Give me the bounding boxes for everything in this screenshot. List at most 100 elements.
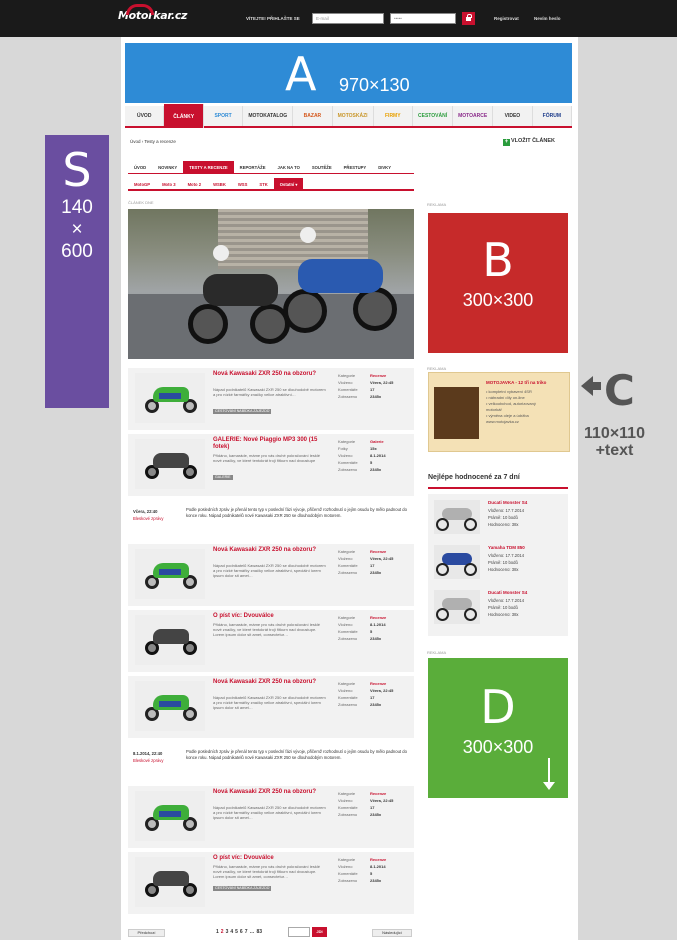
- page-number[interactable]: 6: [240, 929, 243, 935]
- article-title[interactable]: Nová Kawasaki ZXR 250 na obzoru?: [213, 371, 328, 378]
- article-title[interactable]: Nová Kawasaki ZXR 250 na obzoru?: [213, 547, 328, 554]
- article-item[interactable]: Nová Kawasaki ZXR 250 na obzoru? Nápad po…: [128, 786, 414, 848]
- main-nav-item[interactable]: FÓRUM: [533, 106, 573, 126]
- article-title[interactable]: O píst víc: Dvouválce: [213, 855, 328, 862]
- category-tab[interactable]: Moto 2: [182, 178, 208, 189]
- page-number[interactable]: 1: [216, 929, 219, 935]
- ad-slot-d[interactable]: D 300×300: [428, 658, 568, 798]
- main-nav-item[interactable]: MOTOKATALOG: [243, 106, 294, 126]
- section-tab[interactable]: DIVKY: [372, 161, 397, 173]
- news-category-link[interactable]: Bleskové zprávy: [133, 516, 164, 521]
- page-number[interactable]: 3: [226, 929, 229, 935]
- article-thumbnail[interactable]: [135, 615, 205, 665]
- register-link[interactable]: Registrovat: [494, 16, 519, 21]
- section-tab[interactable]: ÚVOD: [128, 161, 152, 173]
- main-nav-item[interactable]: ČLÁNKY: [164, 104, 204, 128]
- article-item[interactable]: Nová Kawasaki ZXR 250 na obzoru? Nápad po…: [128, 676, 414, 738]
- page-number[interactable]: 7: [245, 929, 248, 935]
- category-tab[interactable]: WSS: [232, 178, 254, 189]
- short-news-item[interactable]: Včera, 22:40 Bleskové zprávy Podle posledn…: [128, 500, 414, 540]
- news-category-link[interactable]: Bleskové zprávy: [133, 758, 164, 763]
- article-thumbnail[interactable]: [135, 549, 205, 599]
- category-tab[interactable]: Moto 3: [156, 178, 182, 189]
- article-item[interactable]: GALERIE: Nové Piaggio MP3 300 (15 fotek)…: [128, 434, 414, 496]
- top-rated-name[interactable]: Ducati Monster S4: [488, 590, 527, 595]
- top-rated-item[interactable]: Yamaha TDM 850 Vloženo: 17.7.2014 Prámě: 1…: [428, 539, 568, 583]
- previous-page-button[interactable]: Předchozí: [128, 929, 165, 937]
- add-article-button[interactable]: + VLOŽIT ČLÁNEK: [503, 138, 555, 146]
- article-thumbnail[interactable]: [135, 791, 205, 841]
- main-nav-item[interactable]: VIDEO: [493, 106, 533, 126]
- page-number[interactable]: 5: [235, 929, 238, 935]
- section-tab[interactable]: TESTY A RECENZE: [183, 161, 234, 173]
- ad-slot-b[interactable]: B 300×300: [428, 213, 568, 353]
- article-item[interactable]: O píst víc: Dvouválce Přidáno, kamaráde, …: [128, 610, 414, 672]
- section-tab[interactable]: REPORTÁŽE: [234, 161, 272, 173]
- pagination: Předchozí 1 2 3 4 5 6 7… 83 JDI Následující: [128, 925, 414, 939]
- section-tab[interactable]: SOUTĚŽE: [306, 161, 338, 173]
- main-nav-item[interactable]: FIRMY: [374, 106, 413, 126]
- article-item[interactable]: O píst víc: Dvouválce Přidáno, kamaráde, …: [128, 852, 414, 914]
- top-rated-name[interactable]: Yamaha TDM 850: [488, 545, 525, 550]
- page-number[interactable]: 2: [221, 929, 224, 935]
- ad-slot-s[interactable]: S 140 × 600: [45, 135, 109, 408]
- section-tab[interactable]: PŘESTUPY: [338, 161, 373, 173]
- article-title[interactable]: Nová Kawasaki ZXR 250 na obzoru?: [213, 679, 328, 686]
- top-rated-item[interactable]: Ducati Monster S4 Vloženo: 17.7.2014 Prámě…: [428, 494, 568, 538]
- page-number[interactable]: …: [249, 929, 254, 935]
- page-number-input[interactable]: [288, 927, 310, 937]
- ad-b-dimensions: 300×300: [462, 290, 534, 310]
- forgot-password-link[interactable]: Nevím heslo: [534, 16, 561, 21]
- go-button[interactable]: JDI: [312, 927, 327, 937]
- news-text: Podle posledních zpráv je přenál tento t…: [186, 749, 407, 760]
- main-nav-item[interactable]: BAZAR: [293, 106, 333, 126]
- article-tag[interactable]: CESTOVÁNÍ NABÍDKA ZÁJEZDŮ: [213, 409, 272, 414]
- main-nav-item[interactable]: MOTOSKÁZI: [333, 106, 374, 126]
- ad-slot-a[interactable]: A 970×130: [125, 43, 572, 103]
- top-rated-thumbnail: [434, 500, 480, 534]
- email-field[interactable]: E-mail: [312, 13, 384, 24]
- meta-value: Galerie: [370, 439, 384, 444]
- section-tab[interactable]: JAK NA TO: [272, 161, 306, 173]
- main-nav-item[interactable]: SPORT: [204, 106, 244, 126]
- article-thumbnail[interactable]: [135, 681, 205, 731]
- top-rated-divider: [428, 487, 568, 489]
- hero-bike-body: [298, 259, 383, 293]
- hero-image[interactable]: [128, 209, 414, 359]
- breadcrumb[interactable]: Úvod › Testy a recenze: [130, 139, 176, 144]
- password-field[interactable]: •••••: [390, 13, 456, 24]
- page-number[interactable]: 83: [256, 929, 262, 935]
- next-page-button[interactable]: Následující: [372, 929, 412, 937]
- plus-icon: +: [503, 139, 510, 146]
- article-thumbnail[interactable]: [135, 857, 205, 907]
- meta-value: Včera, 22:45: [370, 380, 394, 385]
- article-tag[interactable]: CESTOVÁNÍ NABÍDKA ZÁJEZDŮ: [213, 886, 272, 891]
- article-item[interactable]: Nová Kawasaki ZXR 250 na obzoru? Nápad po…: [128, 544, 414, 606]
- top-rated-score: Prámě: 10 bodů: [488, 560, 518, 565]
- meta-key: Zobrazeno: [338, 394, 358, 399]
- category-tab[interactable]: Ostatní ▾: [273, 178, 304, 189]
- main-nav-item[interactable]: ÚVOD: [125, 106, 165, 126]
- main-nav-item[interactable]: MOTOARCE: [453, 106, 494, 126]
- article-thumbnail[interactable]: [135, 439, 205, 489]
- category-tab[interactable]: MotoGP: [128, 178, 156, 189]
- login-button[interactable]: [462, 12, 475, 25]
- category-tab[interactable]: STK: [253, 178, 273, 189]
- article-title[interactable]: Nová Kawasaki ZXR 250 na obzoru?: [213, 789, 328, 796]
- article-title[interactable]: O píst víc: Dvouválce: [213, 613, 328, 620]
- article-title[interactable]: GALERIE: Nové Piaggio MP3 300 (15 fotek): [213, 437, 328, 451]
- article-item[interactable]: Nová Kawasaki ZXR 250 na obzoru? Nápad po…: [128, 368, 414, 430]
- section-tab[interactable]: NOVINKY: [152, 161, 183, 173]
- category-tab[interactable]: WSBK: [207, 178, 232, 189]
- article-tag[interactable]: GALERIE: [213, 475, 233, 480]
- short-news-item[interactable]: 8.1.2014, 22:40 Bleskové zprávy Podle posl…: [128, 742, 414, 782]
- meta-key: Vloženo: [338, 556, 353, 561]
- meta-key: Zobrazeno: [338, 636, 358, 641]
- top-rated-item[interactable]: Ducati Monster S4 Vloženo: 17.7.2014 Prámě…: [428, 584, 568, 628]
- page-number[interactable]: 4: [230, 929, 233, 935]
- main-nav-item[interactable]: CESTOVÁNÍ: [413, 106, 454, 126]
- site-logo[interactable]: Motorkar.cz: [118, 4, 187, 22]
- ad-slot-c[interactable]: MOTOJAVKA - 12 tři na triko • kompletní …: [428, 372, 570, 452]
- article-thumbnail[interactable]: [135, 373, 205, 423]
- top-rated-name[interactable]: Ducati Monster S4: [488, 500, 527, 505]
